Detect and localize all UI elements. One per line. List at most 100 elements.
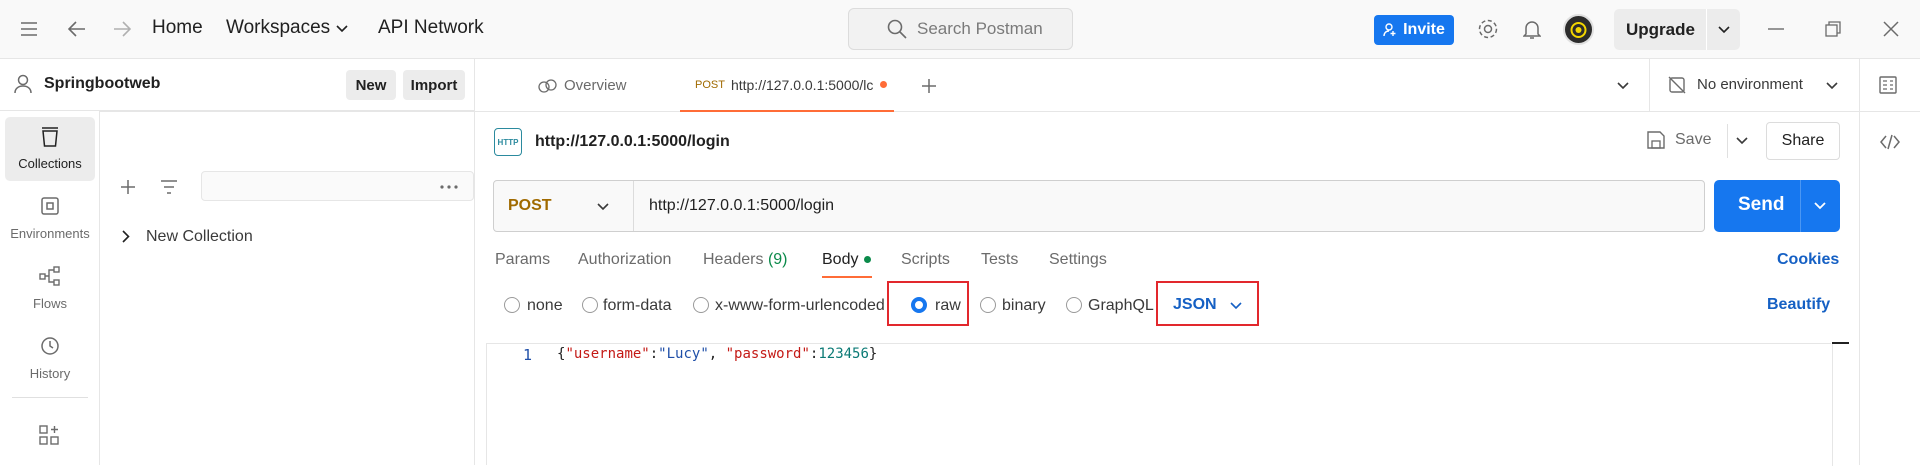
nav-home[interactable]: Home xyxy=(152,17,203,39)
overview-icon xyxy=(538,78,558,93)
search-placeholder: Search Postman xyxy=(917,19,1043,38)
new-button[interactable]: New xyxy=(346,70,396,100)
tab-settings[interactable]: Settings xyxy=(1049,251,1107,269)
avatar[interactable] xyxy=(1563,14,1594,45)
import-button[interactable]: Import xyxy=(403,70,465,100)
upgrade-button[interactable]: Upgrade xyxy=(1614,9,1740,50)
sidebar: New Collection xyxy=(100,59,475,465)
filter-icon[interactable] xyxy=(160,180,178,194)
rail-item-collections[interactable]: Collections xyxy=(5,117,95,181)
line-number: 1 xyxy=(523,346,533,364)
workspace-header: Springbootweb New Import xyxy=(0,59,475,111)
rail-item-history[interactable]: History xyxy=(5,327,95,391)
tab-overview-label: Overview xyxy=(564,77,627,94)
radio-graphql[interactable] xyxy=(1066,297,1082,313)
editor-scrollbar-thumb[interactable] xyxy=(1832,342,1849,344)
save-button[interactable]: Save xyxy=(1647,123,1727,157)
more-options-icon[interactable] xyxy=(440,185,458,189)
save-options-chevron-icon[interactable] xyxy=(1736,137,1748,145)
no-environment-icon xyxy=(1668,76,1686,94)
search-icon xyxy=(887,19,907,39)
tabs-row: Overview POST http://127.0.0.1:5000/lc N… xyxy=(475,59,1920,112)
close-icon[interactable] xyxy=(1878,16,1904,42)
top-bar: Home Workspaces API Network Search Postm… xyxy=(0,0,1920,59)
radio-none-label[interactable]: none xyxy=(527,297,563,315)
cookies-link[interactable]: Cookies xyxy=(1777,251,1839,269)
radio-binary-label[interactable]: binary xyxy=(1002,297,1046,315)
tab-params[interactable]: Params xyxy=(495,251,550,269)
tab-authorization[interactable]: Authorization xyxy=(578,251,671,269)
environment-quick-look-icon[interactable] xyxy=(1879,76,1897,94)
request-title[interactable]: http://127.0.0.1:5000/login xyxy=(535,133,730,151)
body-indicator-dot xyxy=(864,256,872,264)
tab-request-active[interactable]: POST http://127.0.0.1:5000/lc xyxy=(680,59,894,112)
collections-icon xyxy=(40,126,60,148)
rail-label: History xyxy=(29,366,71,381)
rail-label: Collections xyxy=(18,156,82,171)
configure-workspace-icon[interactable] xyxy=(39,425,59,445)
radio-form-data-label[interactable]: form-data xyxy=(603,297,671,315)
send-options-chevron-icon[interactable] xyxy=(1814,202,1826,210)
upgrade-chevron-icon[interactable] xyxy=(1718,26,1730,34)
send-label: Send xyxy=(1738,194,1785,215)
nav-api-network[interactable]: API Network xyxy=(378,17,484,39)
environments-icon xyxy=(40,196,60,218)
collection-search-input[interactable] xyxy=(201,171,474,201)
flows-icon xyxy=(39,266,61,288)
invite-button[interactable]: Invite xyxy=(1374,15,1454,45)
json-highlight-box xyxy=(1156,281,1259,326)
send-button[interactable]: Send xyxy=(1714,180,1840,232)
bell-icon[interactable] xyxy=(1519,16,1545,42)
tab-overview[interactable]: Overview xyxy=(538,59,627,112)
rail-item-flows[interactable]: Flows xyxy=(5,257,95,321)
tab-scripts[interactable]: Scripts xyxy=(901,251,950,269)
tabs-overflow-chevron-icon[interactable] xyxy=(1617,82,1629,90)
rail-divider xyxy=(12,397,88,398)
rail-label: Flows xyxy=(33,296,67,311)
settings-icon[interactable] xyxy=(1475,16,1501,42)
active-tab-underline xyxy=(822,276,872,278)
right-panel xyxy=(1859,112,1920,465)
workspace-name: Springbootweb xyxy=(44,75,161,92)
plus-icon[interactable] xyxy=(120,179,136,195)
http-icon: HTTP xyxy=(494,128,522,156)
code-snippet-icon[interactable] xyxy=(1880,134,1900,150)
invite-label: Invite xyxy=(1403,21,1445,38)
environment-chevron-icon[interactable] xyxy=(1826,82,1838,90)
tab-tests[interactable]: Tests xyxy=(981,251,1018,269)
forward-arrow-icon[interactable] xyxy=(109,16,135,42)
raw-highlight-box xyxy=(887,281,969,326)
code-line[interactable]: {"username":"Lucy", "password":123456} xyxy=(557,346,877,362)
environment-selector[interactable]: No environment xyxy=(1697,76,1803,93)
chevron-right-icon[interactable] xyxy=(122,230,130,243)
method-selector[interactable]: POST xyxy=(508,197,552,215)
radio-urlencoded[interactable] xyxy=(693,297,709,313)
restore-icon[interactable] xyxy=(1820,16,1846,42)
radio-none[interactable] xyxy=(504,297,520,313)
radio-form-data[interactable] xyxy=(582,297,598,313)
radio-binary[interactable] xyxy=(980,297,996,313)
left-rail: Collections Environments Flows History xyxy=(0,59,100,465)
url-input[interactable]: http://127.0.0.1:5000/login xyxy=(649,197,834,215)
tab-body[interactable]: Body xyxy=(822,251,872,269)
add-user-icon xyxy=(1383,23,1397,37)
new-tab-plus-icon[interactable] xyxy=(921,78,937,94)
collection-item[interactable]: New Collection xyxy=(146,228,253,246)
beautify-link[interactable]: Beautify xyxy=(1767,296,1830,314)
search-input[interactable]: Search Postman xyxy=(848,8,1073,50)
tab-method: POST xyxy=(695,78,725,91)
share-button[interactable]: Share xyxy=(1766,122,1840,160)
menu-icon[interactable] xyxy=(16,16,42,42)
nav-workspaces[interactable]: Workspaces xyxy=(226,17,330,39)
url-bar: POST http://127.0.0.1:5000/login xyxy=(493,180,1705,232)
body-editor[interactable]: 1 {"username":"Lucy", "password":123456} xyxy=(486,342,1849,466)
radio-urlencoded-label[interactable]: x-www-form-urlencoded xyxy=(715,297,885,315)
workspaces-chevron-icon[interactable] xyxy=(336,25,348,33)
radio-graphql-label[interactable]: GraphQL xyxy=(1088,297,1154,315)
user-icon xyxy=(14,74,32,94)
rail-item-environments[interactable]: Environments xyxy=(5,187,95,251)
back-arrow-icon[interactable] xyxy=(64,16,90,42)
method-chevron-icon[interactable] xyxy=(597,203,609,211)
minimize-icon[interactable] xyxy=(1763,16,1789,42)
tab-headers[interactable]: Headers (9) xyxy=(703,251,788,269)
